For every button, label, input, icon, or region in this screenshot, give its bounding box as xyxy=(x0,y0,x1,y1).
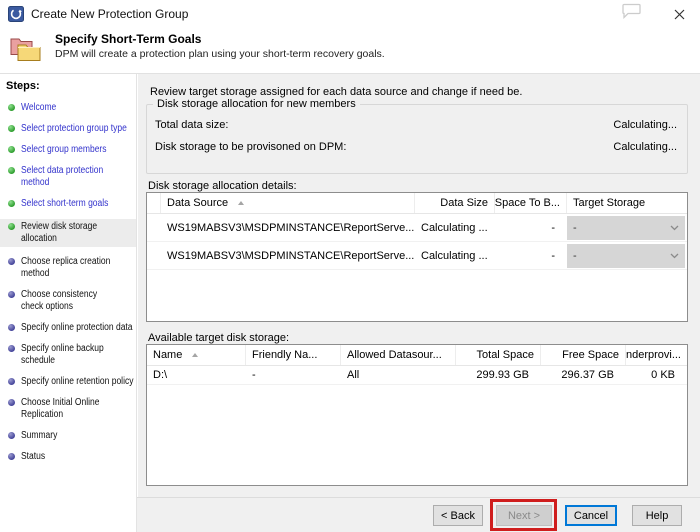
available-header-name[interactable]: Name xyxy=(147,345,246,365)
details-table-row[interactable]: WS19MABSV3\MSDPMINSTANCE\ReportServe... … xyxy=(147,242,687,270)
window-title: Create New Protection Group xyxy=(31,7,189,21)
disk-allocation-details-table: Data Source Data Size Space To B... Targ… xyxy=(146,192,688,322)
available-header-allowed-datasources[interactable]: Allowed Datasour... xyxy=(341,345,456,365)
step-done-bullet xyxy=(8,200,15,207)
step-done-bullet xyxy=(8,167,15,174)
total-space-cell: 299.93 GB xyxy=(476,369,529,381)
available-table-header: Name Friendly Na... Allowed Datasour... … xyxy=(147,345,687,366)
step-upcoming-bullet xyxy=(8,399,15,406)
data-source-cell: WS19MABSV3\MSDPMINSTANCE\ReportServe... xyxy=(167,249,415,262)
cancel-button[interactable]: Cancel xyxy=(565,505,617,526)
footer-bar: < Back Next > Cancel Help xyxy=(137,497,700,532)
step-current-bullet xyxy=(8,223,15,230)
data-size-cell: Calculating ... xyxy=(421,221,488,234)
sidebar-step-select-protection-group-type[interactable]: Select protection group type xyxy=(0,123,136,135)
close-button[interactable] xyxy=(666,3,692,25)
provisioned-storage-label: Disk storage to be provisoned on DPM: xyxy=(155,141,347,153)
step-upcoming-bullet xyxy=(8,291,15,298)
details-table-row[interactable]: WS19MABSV3\MSDPMINSTANCE\ReportServe... … xyxy=(147,214,687,242)
sidebar-step-select-data-protection-method[interactable]: Select data protection method xyxy=(0,165,136,189)
step-upcoming-bullet xyxy=(8,324,15,331)
details-table-label: Disk storage allocation details: xyxy=(148,180,297,192)
sidebar-step-choose-consistency-check-options[interactable]: Choose consistency check options xyxy=(0,289,136,313)
sidebar-step-specify-online-retention-policy[interactable]: Specify online retention policy xyxy=(0,376,136,388)
protection-group-folders-icon xyxy=(10,38,41,61)
page-subtitle: DPM will create a protection plan using … xyxy=(55,48,385,60)
sort-ascending-icon xyxy=(238,201,245,205)
available-header-friendly-name[interactable]: Friendly Na... xyxy=(246,345,341,365)
target-storage-dropdown[interactable]: - xyxy=(567,243,685,268)
sidebar-step-choose-initial-online-replication[interactable]: Choose Initial Online Replication xyxy=(0,397,136,421)
main-pane: Review target storage assigned for each … xyxy=(138,74,700,532)
groupbox-title: Disk storage allocation for new members xyxy=(153,98,360,110)
sidebar-step-review-disk-storage-allocation[interactable]: Review disk storage allocation xyxy=(0,219,136,247)
data-source-cell: WS19MABSV3\MSDPMINSTANCE\ReportServe... xyxy=(167,221,415,234)
details-header-target-storage[interactable]: Target Storage xyxy=(567,193,687,213)
back-button[interactable]: < Back xyxy=(433,505,483,526)
sidebar-step-specify-online-protection-data[interactable]: Specify online protection data xyxy=(0,322,136,334)
friendly-name-cell: - xyxy=(252,369,256,381)
steps-sidebar: Steps: Welcome Select protection group t… xyxy=(0,74,137,532)
underprovisioned-cell: 0 KB xyxy=(651,369,675,381)
page-title: Specify Short-Term Goals xyxy=(55,32,202,46)
sidebar-step-welcome[interactable]: Welcome xyxy=(0,102,136,114)
details-table-header: Data Source Data Size Space To B... Targ… xyxy=(147,193,687,214)
available-target-disk-storage-table: Name Friendly Na... Allowed Datasour... … xyxy=(146,344,688,486)
wizard-header: Specify Short-Term Goals DPM will create… xyxy=(0,28,700,73)
sidebar-step-summary[interactable]: Summary xyxy=(0,430,136,442)
details-header-data-size[interactable]: Data Size xyxy=(415,193,495,213)
sidebar-step-select-short-term-goals[interactable]: Select short-term goals xyxy=(0,198,136,210)
available-storage-label: Available target disk storage: xyxy=(148,332,290,344)
available-header-underprovisioned[interactable]: Underprovi... xyxy=(626,345,687,365)
sidebar-step-choose-replica-creation-method[interactable]: Choose replica creation method xyxy=(0,256,136,280)
close-icon xyxy=(674,9,684,19)
available-table-row[interactable]: D:\ - All 299.93 GB 296.37 GB 0 KB xyxy=(147,366,687,385)
sidebar-step-status[interactable]: Status xyxy=(0,451,136,463)
volume-name-cell: D:\ xyxy=(153,369,168,381)
space-to-b-cell: - xyxy=(551,249,555,262)
details-header-space-to-b[interactable]: Space To B... xyxy=(495,193,567,213)
speech-bubble-icon[interactable] xyxy=(622,3,642,19)
step-done-bullet xyxy=(8,125,15,132)
free-space-cell: 296.37 GB xyxy=(561,369,614,381)
step-upcoming-bullet xyxy=(8,345,15,352)
step-upcoming-bullet xyxy=(8,258,15,265)
space-to-b-cell: - xyxy=(551,221,555,234)
intro-text: Review target storage assigned for each … xyxy=(150,86,523,98)
chevron-down-icon xyxy=(670,225,679,230)
sidebar-step-specify-online-backup-schedule[interactable]: Specify online backup schedule xyxy=(0,343,136,367)
chevron-down-icon xyxy=(670,253,679,258)
available-header-free-space[interactable]: Free Space xyxy=(541,345,626,365)
provisioned-storage-value: Calculating... xyxy=(613,141,677,153)
details-header-data-source[interactable]: Data Source xyxy=(161,193,415,213)
help-button[interactable]: Help xyxy=(632,505,682,526)
title-bar: Create New Protection Group xyxy=(0,0,700,28)
step-upcoming-bullet xyxy=(8,453,15,460)
steps-heading: Steps: xyxy=(6,80,40,92)
next-button[interactable]: Next > xyxy=(496,505,552,526)
total-data-size-row: Total data size: Calculating... xyxy=(155,119,677,131)
available-header-total-space[interactable]: Total Space xyxy=(456,345,541,365)
create-protection-group-dialog: Create New Protection Group Specify Shor… xyxy=(0,0,700,532)
provisioned-storage-row: Disk storage to be provisoned on DPM: Ca… xyxy=(155,141,677,153)
step-done-bullet xyxy=(8,146,15,153)
step-done-bullet xyxy=(8,104,15,111)
sidebar-step-select-group-members[interactable]: Select group members xyxy=(0,144,136,156)
sort-ascending-icon xyxy=(192,353,199,357)
disk-allocation-groupbox: Disk storage allocation for new members … xyxy=(146,98,688,174)
details-header-spacer xyxy=(147,193,161,213)
total-data-size-value: Calculating... xyxy=(613,119,677,131)
step-upcoming-bullet xyxy=(8,432,15,439)
data-size-cell: Calculating ... xyxy=(421,249,488,262)
step-upcoming-bullet xyxy=(8,378,15,385)
target-storage-dropdown[interactable]: - xyxy=(567,215,685,240)
dpm-app-icon xyxy=(8,6,24,22)
total-data-size-label: Total data size: xyxy=(155,119,229,131)
allowed-datasources-cell: All xyxy=(347,369,360,381)
